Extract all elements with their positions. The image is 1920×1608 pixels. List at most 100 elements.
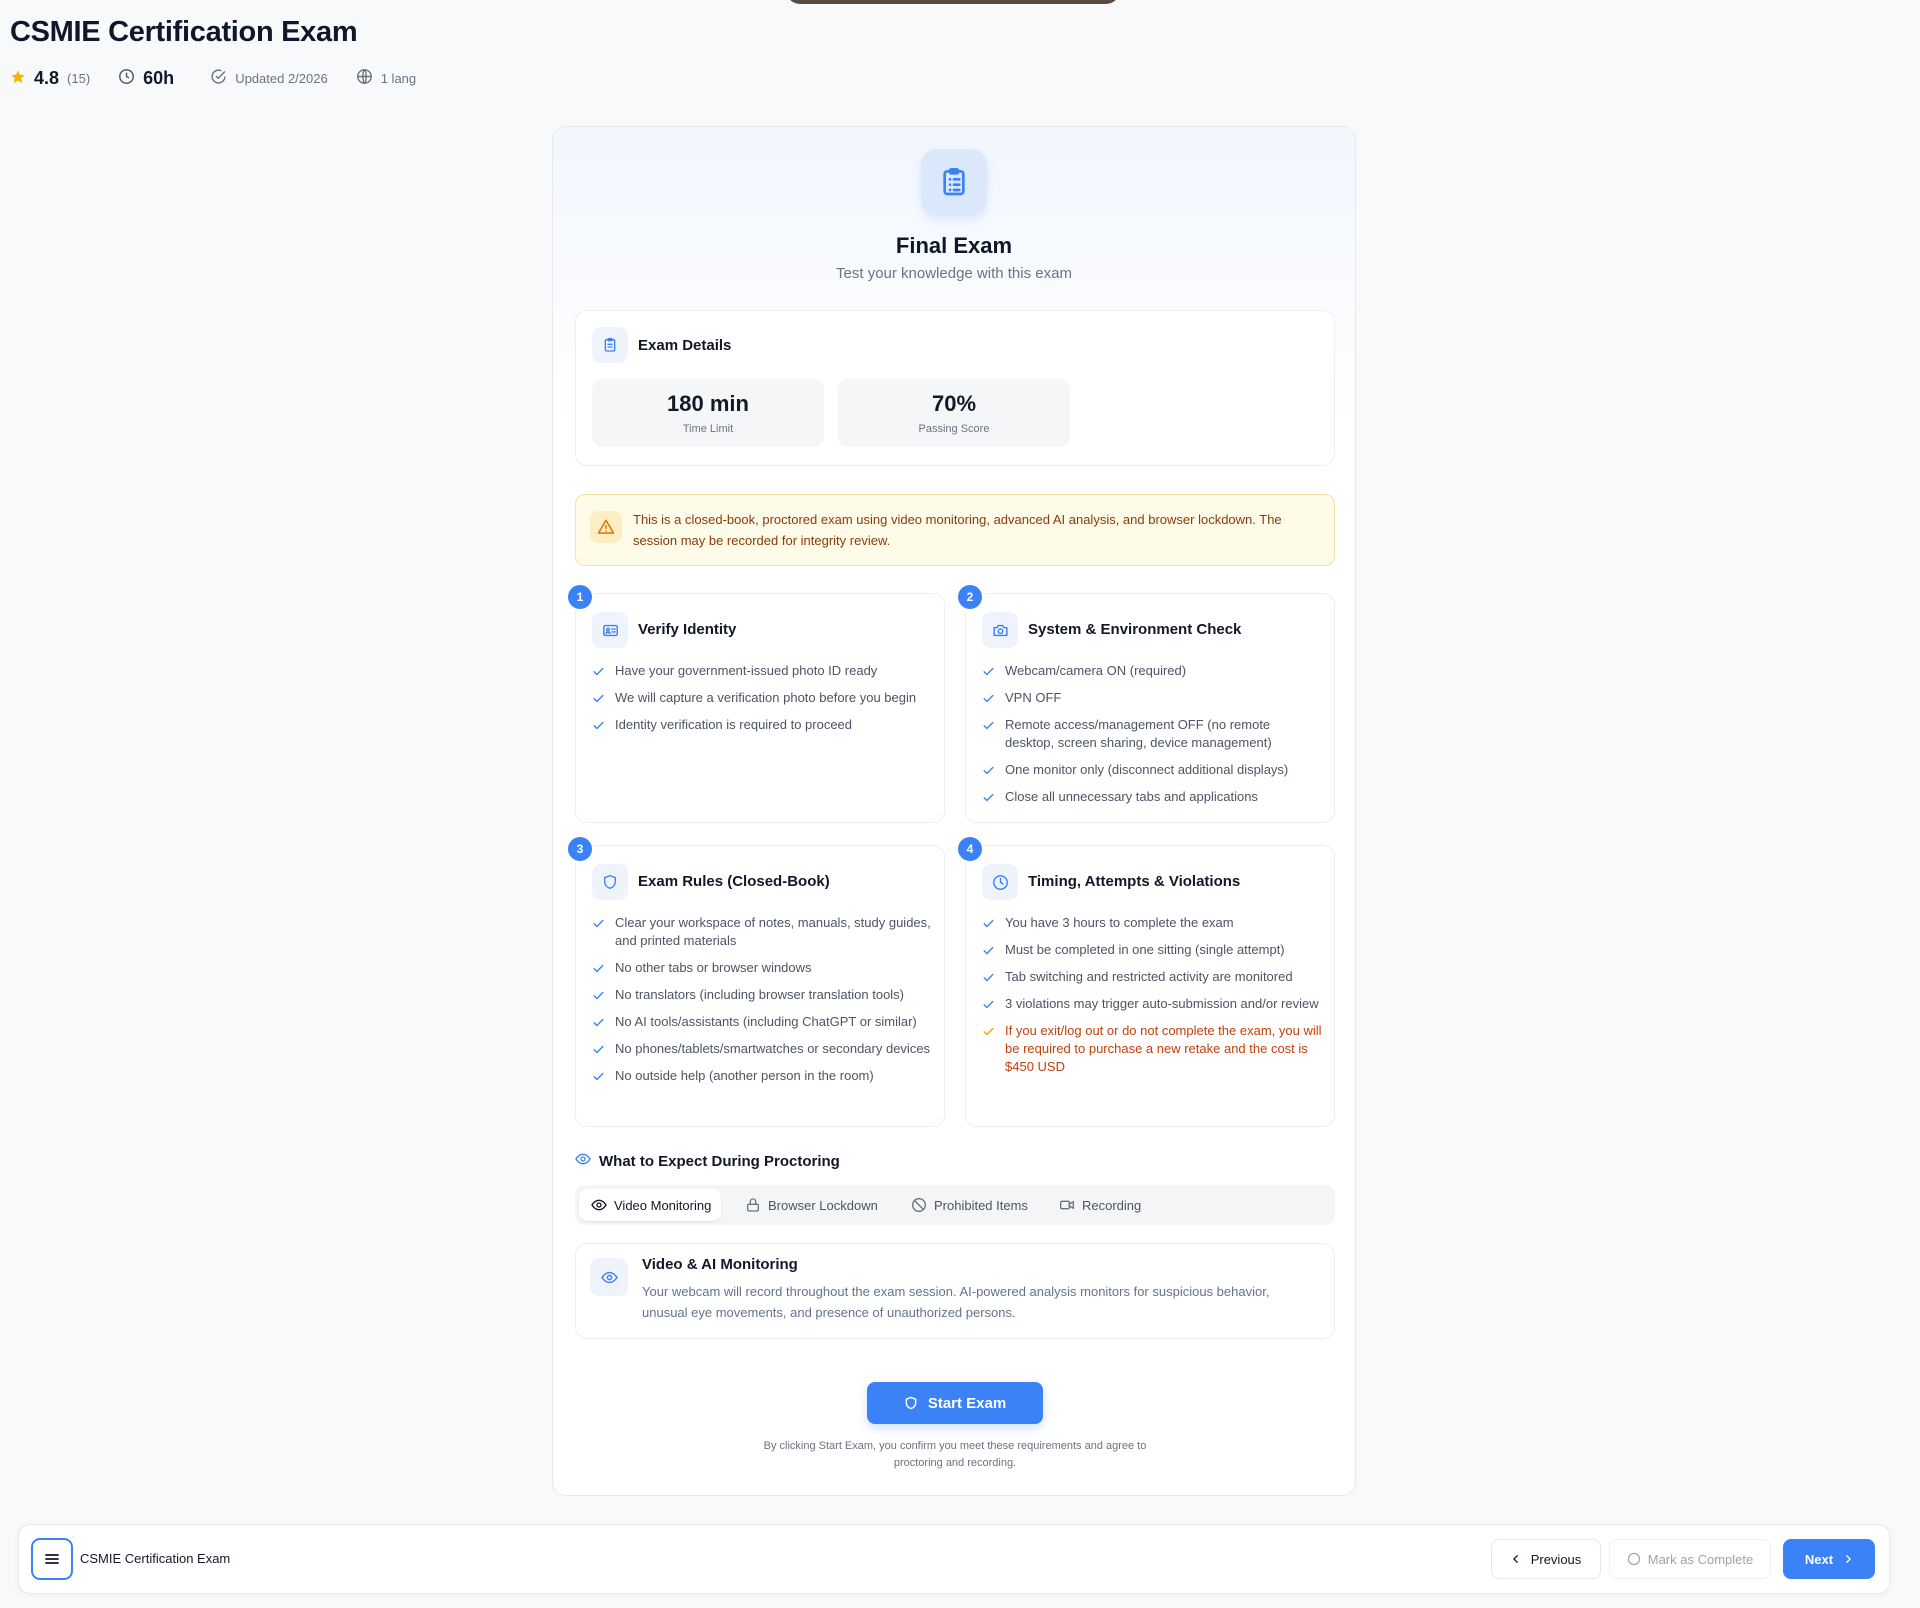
check-item: Close all unnecessary tabs and applicati…: [982, 788, 1322, 806]
step-number-badge: 4: [958, 837, 982, 861]
exam-subtitle: Test your knowledge with this exam: [836, 265, 1072, 282]
step-timing-violations: Timing, Attempts & Violations You have 3…: [965, 845, 1335, 1127]
step-verify-identity: Verify Identity Have your government-iss…: [575, 593, 945, 823]
tab-recording[interactable]: Recording: [1047, 1189, 1151, 1221]
passing-score-label: Passing Score: [918, 423, 990, 435]
bottom-bar-title: CSMIE Certification Exam: [80, 1551, 231, 1566]
check-list: Clear your workspace of notes, manuals, …: [592, 914, 932, 1094]
shield-icon: [592, 864, 628, 900]
exam-card: Final Exam Test your knowledge with this…: [552, 126, 1356, 1496]
warning-text: This is a closed-book, proctored exam us…: [633, 512, 1282, 548]
panel-title: Video & AI Monitoring: [642, 1256, 798, 1273]
step-title: Timing, Attempts & Violations: [1028, 873, 1241, 890]
course-meta: 4.8 (15) 60h Updated 2/2026 1 lang: [10, 66, 444, 90]
video-icon: [1060, 1200, 1074, 1210]
check-item: Have your government-issued photo ID rea…: [592, 662, 932, 680]
menu-button[interactable]: [31, 1538, 73, 1580]
check-circle-icon: [210, 68, 235, 88]
chevron-right-icon: [1846, 1555, 1851, 1563]
step-exam-rules: Exam Rules (Closed-Book) Clear your work…: [575, 845, 945, 1127]
exam-details-heading: Exam Details: [638, 337, 732, 354]
time-limit-label: Time Limit: [682, 423, 734, 435]
shield-icon: [905, 1396, 917, 1410]
mark-complete-button[interactable]: Mark as Complete: [1609, 1539, 1771, 1579]
check-icon: [593, 667, 604, 676]
step-title: System & Environment Check: [1028, 621, 1242, 638]
passing-score-stat: 70% Passing Score: [838, 379, 1070, 447]
exam-title: Final Exam: [895, 233, 1013, 258]
languages: 1 lang: [356, 68, 416, 88]
check-item: We will capture a verification photo bef…: [592, 689, 932, 707]
step-number-badge: 1: [568, 585, 592, 609]
ban-icon: [912, 1198, 926, 1212]
tab-browser-lockdown[interactable]: Browser Lockdown: [733, 1189, 888, 1221]
globe-icon: [356, 68, 381, 88]
duration-value: 60h: [143, 67, 175, 88]
previous-button[interactable]: Previous: [1491, 1539, 1601, 1579]
check-icon: [983, 793, 994, 802]
check-icon: [983, 766, 994, 775]
next-button[interactable]: Next: [1783, 1539, 1875, 1579]
time-limit-stat: 180 min Time Limit: [592, 379, 824, 447]
check-icon: [593, 1072, 604, 1081]
check-icon: [983, 667, 994, 676]
camera-icon: [982, 612, 1018, 648]
tab-prohibited-items[interactable]: Prohibited Items: [899, 1189, 1038, 1221]
check-item: No phones/tablets/smartwatches or second…: [592, 1040, 932, 1058]
check-item: Identity verification is required to pro…: [592, 716, 932, 734]
proctoring-heading: What to Expect During Proctoring: [575, 1151, 840, 1171]
step-number-badge: 3: [568, 837, 592, 861]
check-list: You have 3 hours to complete the exam Mu…: [982, 914, 1322, 1085]
check-item: 3 violations may trigger auto-submission…: [982, 995, 1322, 1013]
rating-count: (15): [67, 70, 91, 86]
step-title: Verify Identity: [638, 621, 737, 638]
updated-text: Updated 2/2026: [235, 70, 328, 86]
check-icon: [983, 1000, 994, 1009]
panel-text: Your webcam will record throughout the e…: [642, 1284, 1270, 1320]
check-icon: [983, 721, 994, 730]
chevron-left-icon: [1512, 1555, 1518, 1563]
proctoring-tabs: Video Monitoring Browser Lockdown Prohib…: [575, 1185, 1335, 1225]
check-icon: [983, 973, 994, 982]
eye-icon: [590, 1258, 628, 1296]
check-icon: [983, 946, 994, 955]
check-item: No translators (including browser transl…: [592, 986, 932, 1004]
star-icon: [10, 69, 34, 88]
proctoring-warning: This is a closed-book, proctored exam us…: [575, 494, 1335, 566]
top-decoration: [786, 0, 1120, 4]
check-item: One monitor only (disconnect additional …: [982, 761, 1322, 779]
check-icon: [593, 721, 604, 730]
step-number-badge: 2: [958, 585, 982, 609]
eye-icon: [591, 1199, 607, 1211]
check-item: Tab switching and restricted activity ar…: [982, 968, 1322, 986]
check-icon: [983, 694, 994, 703]
check-item: Remote access/management OFF (no remote …: [982, 716, 1322, 752]
time-limit-value: 180 min: [667, 391, 749, 416]
rating: 4.8 (15): [10, 68, 90, 89]
check-icon: [983, 919, 994, 928]
updated: Updated 2/2026: [210, 68, 328, 88]
duration: 60h: [118, 68, 182, 89]
clipboard-icon: [592, 327, 628, 363]
check-item: No other tabs or browser windows: [592, 959, 932, 977]
step-title: Exam Rules (Closed-Book): [638, 873, 830, 890]
id-card-icon: [592, 612, 628, 648]
bottom-navigation-bar: CSMIE Certification Exam Previous Mark a…: [18, 1524, 1890, 1594]
check-item: No outside help (another person in the r…: [592, 1067, 932, 1085]
check-icon: [593, 1045, 604, 1054]
check-item: Must be completed in one sitting (single…: [982, 941, 1322, 959]
menu-icon: [45, 1554, 59, 1564]
check-icon: [983, 1027, 994, 1036]
rating-value: 4.8: [34, 67, 60, 88]
clipboard-list-icon: [921, 149, 987, 215]
check-icon: [593, 991, 604, 1000]
exam-details: Exam Details 180 min Time Limit 70% Pass…: [575, 310, 1335, 466]
lock-icon: [747, 1198, 759, 1212]
start-exam-button[interactable]: Start Exam: [867, 1382, 1043, 1424]
proctoring-panel: Video & AI Monitoring Your webcam will r…: [575, 1243, 1335, 1339]
tab-video-monitoring[interactable]: Video Monitoring: [579, 1189, 722, 1221]
check-icon: [593, 919, 604, 928]
clock-icon: [118, 68, 143, 88]
circle-icon: [1627, 1552, 1640, 1566]
check-item: VPN OFF: [982, 689, 1322, 707]
